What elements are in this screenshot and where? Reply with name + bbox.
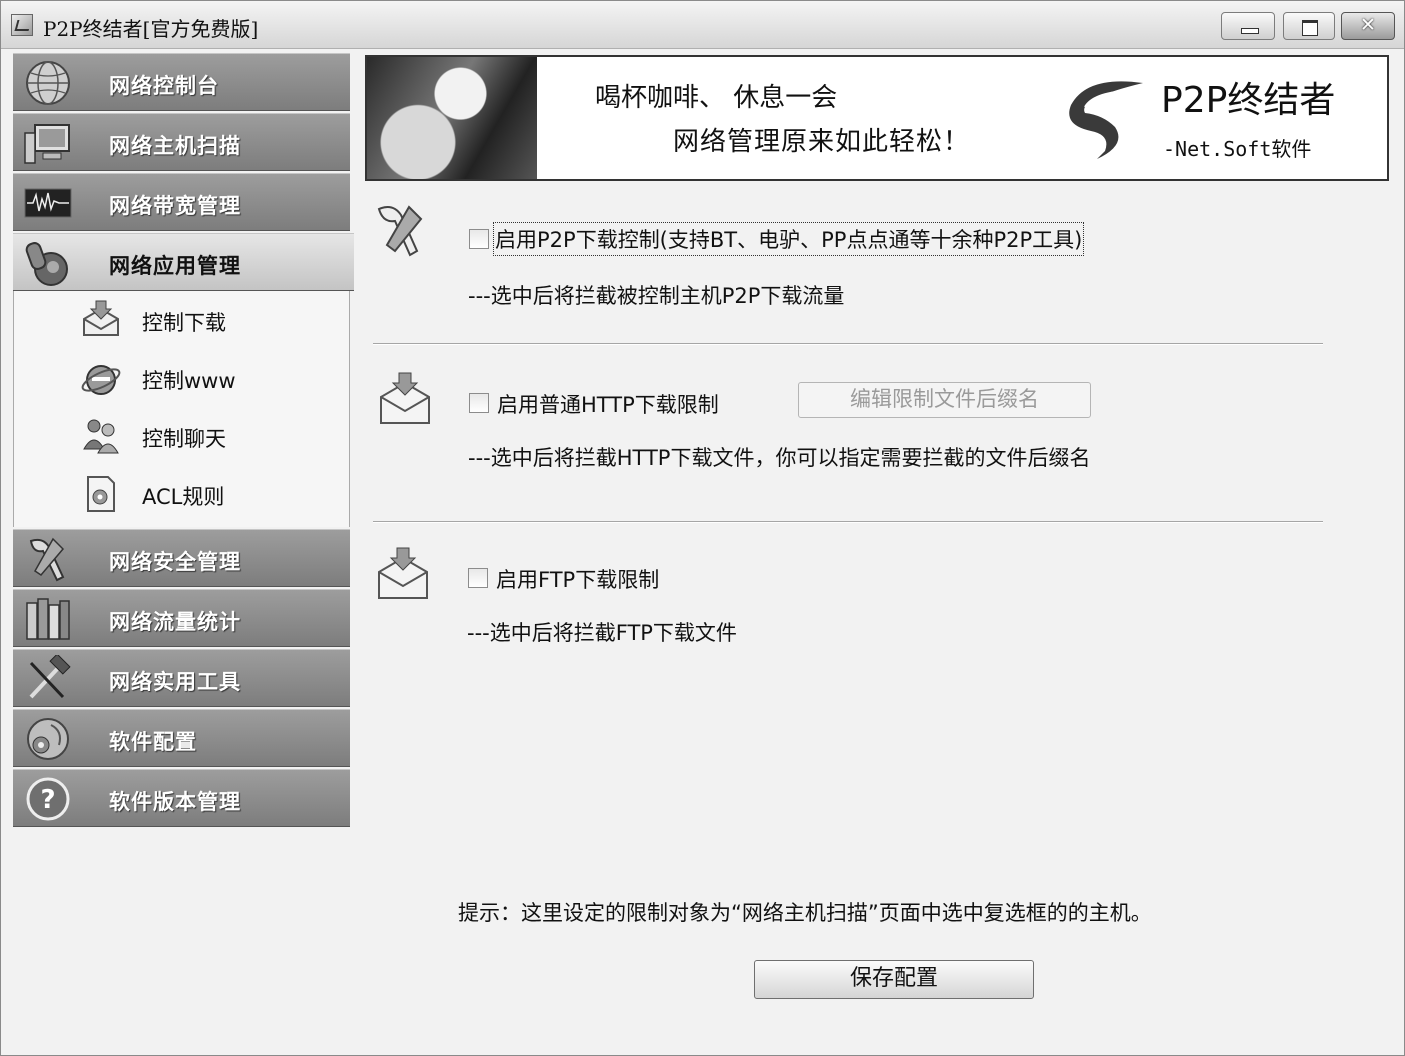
submenu-label: 控制聊天 xyxy=(142,427,226,451)
tools-icon xyxy=(29,537,65,582)
nav-security[interactable]: 网络安全管理 xyxy=(13,529,350,587)
submenu-control-download[interactable]: 控制下载 xyxy=(74,295,334,345)
help-icon: ? xyxy=(26,777,70,821)
submenu-label: ACL规则 xyxy=(142,485,225,509)
app-window: P2P终结者[官方免费版] ✕ 网络控制台 网络主机扫描 网络带宽管理 网络应用… xyxy=(0,0,1405,1056)
app-manage-icon xyxy=(25,242,68,286)
svg-text:?: ? xyxy=(40,785,55,815)
http-limit-checkbox[interactable] xyxy=(469,393,489,413)
ie-icon xyxy=(81,365,121,395)
submenu-label: 控制下载 xyxy=(142,311,226,335)
brand-name: P2P终结者 xyxy=(1161,80,1336,121)
waveform-icon xyxy=(24,188,72,218)
title-bar: P2P终结者[官方免费版] ✕ xyxy=(1,1,1404,49)
p2p-control-description: ---选中后将拦截被控制主机P2P下载流量 xyxy=(468,284,845,308)
submenu-control-chat[interactable]: 控制聊天 xyxy=(74,411,334,461)
close-button[interactable]: ✕ xyxy=(1341,12,1395,40)
p2p-control-checkbox[interactable] xyxy=(469,229,489,249)
p2p-control-label[interactable]: 启用P2P下载控制(支持BT、电驴、PP点点通等十余种P2P工具) xyxy=(492,222,1085,256)
nav-host-scan[interactable]: 网络主机扫描 xyxy=(13,113,350,171)
globe-icon xyxy=(26,61,70,105)
nav-label: 网络安全管理 xyxy=(109,550,241,574)
ftp-limit-label[interactable]: 启用FTP下载限制 xyxy=(496,564,659,594)
maximize-button[interactable] xyxy=(1283,12,1335,40)
computer-icon xyxy=(24,124,70,164)
save-config-button[interactable]: 保存配置 xyxy=(754,960,1034,999)
acl-rules-icon xyxy=(87,476,115,512)
banner-slogan-1: 喝杯咖啡、 休息一会 xyxy=(595,83,838,113)
nav-label: 网络应用管理 xyxy=(109,254,241,278)
nav-label: 网络主机扫描 xyxy=(109,134,241,158)
nav-label: 网络控制台 xyxy=(109,74,219,98)
promo-banner: 喝杯咖啡、 休息一会 网络管理原来如此轻松！ P2P终结者 -Net.Soft软… xyxy=(365,55,1389,181)
nav-app-management[interactable]: 网络应用管理 xyxy=(13,233,354,291)
brand-subtitle: -Net.Soft软件 xyxy=(1163,137,1312,161)
window-title: P2P终结者[官方免费版] xyxy=(43,17,259,41)
close-icon: ✕ xyxy=(1360,14,1376,36)
download-envelope-icon xyxy=(380,372,430,424)
brand-swoosh-logo xyxy=(1069,81,1143,159)
books-icon xyxy=(26,598,70,640)
nav-network-console[interactable]: 网络控制台 xyxy=(13,53,350,111)
nav-label: 软件配置 xyxy=(109,730,197,754)
nav-label: 软件版本管理 xyxy=(109,790,241,814)
nav-label: 网络带宽管理 xyxy=(109,194,241,218)
hint-text: 提示：这里设定的限制对象为“网络主机扫描”页面中选中复选框的的主机。 xyxy=(458,901,1152,925)
nav-traffic-stats[interactable]: 网络流量统计 xyxy=(13,589,350,647)
submenu-label: 控制www xyxy=(142,369,236,393)
banner-slogan-2: 网络管理原来如此轻松！ xyxy=(673,127,971,157)
download-envelope-icon xyxy=(83,300,119,336)
submenu-panel: 控制下载 控制www 控制聊天 ACL规则 xyxy=(13,291,350,527)
minimize-button[interactable] xyxy=(1221,12,1275,40)
tools-icon xyxy=(377,205,423,257)
edit-extensions-button[interactable]: 编辑限制文件后缀名 xyxy=(798,382,1091,418)
chat-users-icon xyxy=(83,419,119,454)
section-divider xyxy=(373,521,1323,523)
config-globe-icon xyxy=(27,718,69,760)
sidebar: 网络控制台 网络主机扫描 网络带宽管理 网络应用管理 控制下载 控制www 控制… xyxy=(13,53,354,833)
app-logo-icon xyxy=(11,14,33,36)
ftp-limit-checkbox[interactable] xyxy=(468,568,488,588)
hammer-icon xyxy=(29,655,71,699)
nav-software-config[interactable]: 软件配置 xyxy=(13,709,350,767)
nav-version-management[interactable]: ? 软件版本管理 xyxy=(13,769,350,827)
submenu-control-www[interactable]: 控制www xyxy=(74,353,334,403)
ftp-limit-description: ---选中后将拦截FTP下载文件 xyxy=(467,621,737,645)
banner-photo xyxy=(367,57,537,179)
submenu-acl-rules[interactable]: ACL规则 xyxy=(74,469,334,519)
nav-bandwidth[interactable]: 网络带宽管理 xyxy=(13,173,350,231)
download-envelope-icon xyxy=(378,547,428,599)
http-limit-description: ---选中后将拦截HTTP下载文件，你可以指定需要拦截的文件后缀名 xyxy=(468,446,1091,470)
http-limit-label[interactable]: 启用普通HTTP下载限制 xyxy=(497,389,719,419)
nav-label: 网络实用工具 xyxy=(109,670,241,694)
nav-label: 网络流量统计 xyxy=(109,610,241,634)
nav-utilities[interactable]: 网络实用工具 xyxy=(13,649,350,707)
section-divider xyxy=(373,343,1323,345)
